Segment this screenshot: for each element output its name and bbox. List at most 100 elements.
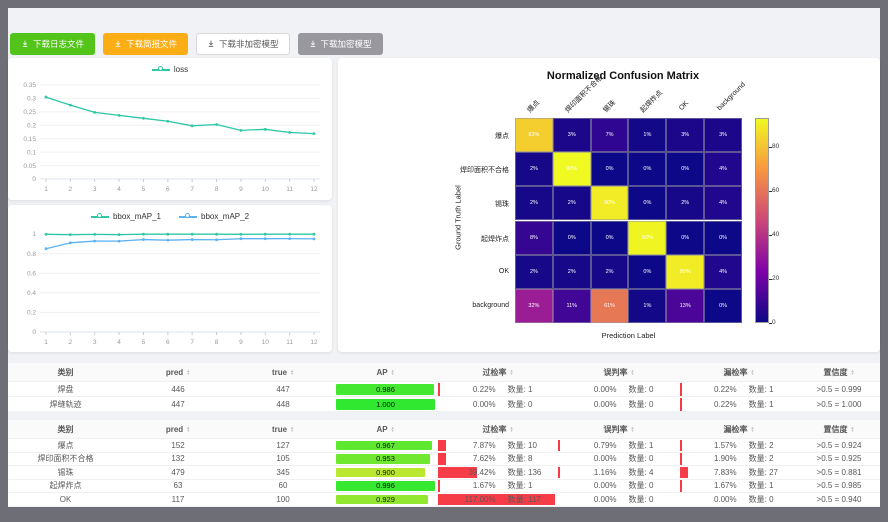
table-row[interactable]: 起焊炸点63600.9961.67%数量: 10.00%数量: 01.67%数量… — [8, 480, 880, 494]
sort-icon[interactable]: ▲▼ — [186, 426, 190, 432]
matrix-cell[interactable]: 32% — [515, 289, 553, 323]
data-point[interactable] — [288, 131, 291, 134]
matrix-cell[interactable]: 2% — [553, 255, 591, 289]
matrix-cell[interactable]: 0% — [666, 152, 704, 186]
sort-icon[interactable]: ▲▼ — [290, 426, 294, 432]
data-point[interactable] — [45, 96, 48, 99]
column-header[interactable]: 漏检率▲▼ — [680, 363, 798, 381]
table-row[interactable]: 锡珠4793450.90039.42%数量: 1361.16%数量: 47.83… — [8, 466, 880, 480]
data-point[interactable] — [288, 237, 291, 240]
data-point[interactable] — [191, 124, 194, 127]
series-line-loss[interactable] — [46, 97, 314, 134]
sort-icon[interactable]: ▲▼ — [631, 369, 635, 375]
sort-icon[interactable]: ▲▼ — [751, 369, 755, 375]
data-point[interactable] — [142, 238, 145, 241]
data-point[interactable] — [166, 120, 169, 123]
sort-icon[interactable]: ▲▼ — [391, 369, 395, 375]
download-plain-model-button[interactable]: 下载非加密模型 — [196, 33, 290, 55]
download-log-button[interactable]: 下载日志文件 — [10, 33, 95, 55]
column-header[interactable]: AP▲▼ — [333, 420, 438, 438]
data-point[interactable] — [240, 129, 243, 132]
matrix-cell[interactable]: 3% — [704, 118, 742, 152]
series-line-bbox_mAP_2[interactable] — [46, 239, 314, 249]
data-point[interactable] — [313, 238, 316, 241]
matrix-cell[interactable]: 8% — [515, 221, 553, 255]
matrix-cell[interactable]: 0% — [666, 221, 704, 255]
matrix-cell[interactable]: 3% — [666, 118, 704, 152]
matrix-cell[interactable]: 0% — [704, 221, 742, 255]
data-point[interactable] — [69, 233, 72, 236]
table-row[interactable]: 焊盘4464470.9860.22%数量: 10.00%数量: 00.22%数量… — [8, 382, 880, 397]
matrix-cell[interactable]: 61% — [591, 289, 629, 323]
matrix-cell[interactable]: 93% — [553, 152, 591, 186]
download-report-button[interactable]: 下载简报文件 — [103, 33, 188, 55]
matrix-cell[interactable]: 2% — [553, 186, 591, 220]
data-point[interactable] — [166, 239, 169, 242]
sort-icon[interactable]: ▲▼ — [851, 426, 855, 432]
matrix-cell[interactable]: 0% — [628, 152, 666, 186]
data-point[interactable] — [264, 233, 267, 236]
data-point[interactable] — [45, 233, 48, 236]
legend-item-bbox-map-2[interactable]: bbox_mAP_2 — [179, 212, 249, 221]
data-point[interactable] — [118, 240, 121, 243]
sort-icon[interactable]: ▲▼ — [186, 369, 190, 375]
legend-item-loss[interactable]: loss — [152, 65, 188, 74]
matrix-cell[interactable]: 1% — [628, 118, 666, 152]
column-header[interactable]: 过检率▲▼ — [438, 363, 558, 381]
sort-icon[interactable]: ▲▼ — [510, 426, 514, 432]
matrix-cell[interactable]: 2% — [666, 186, 704, 220]
matrix-cell[interactable]: 11% — [553, 289, 591, 323]
data-point[interactable] — [264, 237, 267, 240]
data-point[interactable] — [93, 111, 96, 114]
data-point[interactable] — [93, 233, 96, 236]
matrix-cell[interactable]: 13% — [666, 289, 704, 323]
data-point[interactable] — [215, 238, 218, 241]
matrix-cell[interactable]: 7% — [591, 118, 629, 152]
sort-icon[interactable]: ▲▼ — [751, 426, 755, 432]
matrix-cell[interactable]: 0% — [591, 221, 629, 255]
data-point[interactable] — [69, 104, 72, 107]
column-header[interactable]: 置信度▲▼ — [798, 420, 880, 438]
sort-icon[interactable]: ▲▼ — [851, 369, 855, 375]
column-header[interactable]: 置信度▲▼ — [798, 363, 880, 381]
matrix-cell[interactable]: 0% — [628, 255, 666, 289]
data-point[interactable] — [118, 233, 121, 236]
data-point[interactable] — [45, 247, 48, 250]
column-header[interactable]: true▲▼ — [233, 420, 333, 438]
data-point[interactable] — [93, 240, 96, 243]
table-row[interactable]: OK1171000.929117.00%数量: 1170.00%数量: 00.0… — [8, 493, 880, 507]
data-point[interactable] — [191, 233, 194, 236]
matrix-cell[interactable]: 83% — [515, 118, 553, 152]
column-header[interactable]: 误判率▲▼ — [558, 420, 680, 438]
legend-item-bbox-map-1[interactable]: bbox_mAP_1 — [91, 212, 161, 221]
table-row[interactable]: 焊印面积不合格1321050.9537.62%数量: 80.00%数量: 01.… — [8, 453, 880, 467]
table-row[interactable]: 焊缝轨迹4474481.0000.00%数量: 00.00%数量: 00.22%… — [8, 397, 880, 412]
column-header[interactable]: pred▲▼ — [123, 363, 233, 381]
sort-icon[interactable]: ▲▼ — [631, 426, 635, 432]
matrix-cell[interactable]: 0% — [628, 186, 666, 220]
matrix-cell[interactable]: 0% — [553, 221, 591, 255]
matrix-cell[interactable]: 1% — [628, 289, 666, 323]
data-point[interactable] — [142, 233, 145, 236]
matrix-cell[interactable]: 2% — [515, 152, 553, 186]
data-point[interactable] — [288, 233, 291, 236]
table-row[interactable]: 爆点1521270.9677.87%数量: 100.79%数量: 11.57%数… — [8, 439, 880, 453]
matrix-cell[interactable]: 90% — [591, 186, 629, 220]
sort-icon[interactable]: ▲▼ — [290, 369, 294, 375]
data-point[interactable] — [118, 114, 121, 117]
column-header[interactable]: true▲▼ — [233, 363, 333, 381]
matrix-cell[interactable]: 90% — [666, 255, 704, 289]
matrix-cell[interactable]: 3% — [553, 118, 591, 152]
matrix-cell[interactable]: 0% — [704, 289, 742, 323]
column-header[interactable]: 过检率▲▼ — [438, 420, 558, 438]
matrix-cell[interactable]: 2% — [515, 186, 553, 220]
sort-icon[interactable]: ▲▼ — [391, 426, 395, 432]
data-point[interactable] — [142, 117, 145, 120]
data-point[interactable] — [240, 233, 243, 236]
matrix-cell[interactable]: 4% — [704, 255, 742, 289]
matrix-cell[interactable]: 0% — [591, 152, 629, 186]
column-header[interactable]: 漏检率▲▼ — [680, 420, 798, 438]
data-point[interactable] — [215, 123, 218, 126]
data-point[interactable] — [215, 233, 218, 236]
data-point[interactable] — [313, 132, 316, 135]
